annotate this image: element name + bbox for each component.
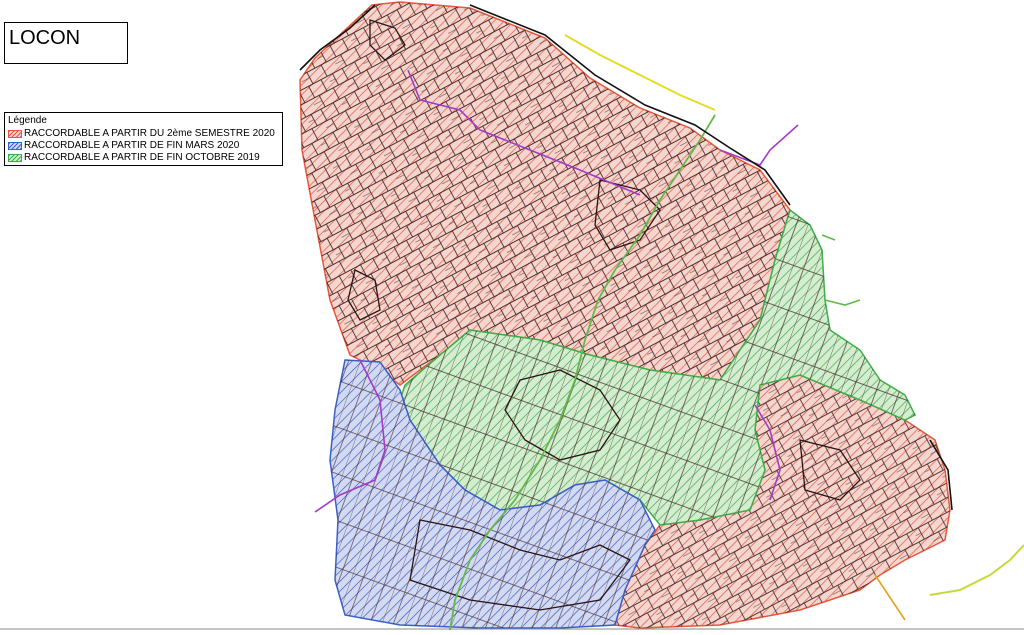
- legend-swatch-blue: [8, 141, 22, 150]
- map-title: LOCON: [9, 27, 81, 49]
- legend: Légende RACCORDABLE A PARTIR DU 2ème SEM…: [4, 112, 283, 166]
- legend-item-green: RACCORDABLE A PARTIR DE FIN OCTOBRE 2019: [8, 152, 260, 163]
- legend-heading: Légende: [8, 115, 47, 126]
- legend-label-red: RACCORDABLE A PARTIR DU 2ème SEMESTRE 20…: [24, 128, 275, 139]
- legend-label-blue: RACCORDABLE A PARTIR DE FIN MARS 2020: [24, 140, 240, 151]
- zone-red-north: [299, 1, 791, 386]
- legend-item-red: RACCORDABLE A PARTIR DU 2ème SEMESTRE 20…: [8, 128, 275, 139]
- map-title-box: LOCON: [4, 22, 128, 64]
- legend-swatch-green: [8, 153, 22, 162]
- legend-label-green: RACCORDABLE A PARTIR DE FIN OCTOBRE 2019: [24, 152, 260, 163]
- legend-item-blue: RACCORDABLE A PARTIR DE FIN MARS 2020: [8, 140, 239, 151]
- zone-map: [0, 1, 1024, 631]
- legend-swatch-red: [8, 129, 22, 138]
